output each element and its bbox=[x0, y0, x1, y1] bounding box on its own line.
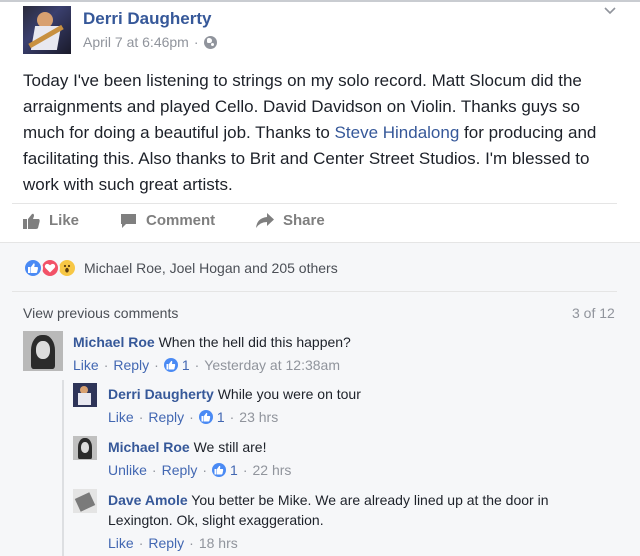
comment-actions: Like · Reply · 1 · 23 hrs bbox=[108, 409, 279, 425]
comment-time[interactable]: Yesterday at 12:38am bbox=[204, 357, 340, 373]
comment-like-link[interactable]: Like bbox=[73, 357, 99, 373]
comment-reply-link[interactable]: Reply bbox=[148, 535, 184, 551]
comment-line: Michael Roe We still are! bbox=[108, 437, 618, 457]
comment-time[interactable]: 18 hrs bbox=[199, 535, 238, 551]
comment-actions: Unlike · Reply · 1 · 22 hrs bbox=[108, 462, 292, 478]
comments-count: 3 of 12 bbox=[572, 305, 615, 321]
comment-unlike-link[interactable]: Unlike bbox=[108, 462, 147, 478]
comment-item: Michael Roe When the hell did this happe… bbox=[23, 331, 623, 379]
reactions-names[interactable]: Michael Roe, Joel Hogan and 205 others bbox=[84, 260, 338, 276]
comment-line: Dave Amole You better be Mike. We are al… bbox=[108, 490, 623, 530]
chevron-down-icon[interactable] bbox=[604, 5, 616, 17]
share-arrow-icon bbox=[256, 213, 274, 228]
comment-actions: Like · Reply · 1 · Yesterday at 12:38am bbox=[73, 357, 340, 373]
reply-item: Dave Amole You better be Mike. We are al… bbox=[73, 489, 623, 556]
love-reaction-icon bbox=[40, 258, 60, 278]
view-previous-comments-link[interactable]: View previous comments bbox=[23, 305, 178, 321]
globe-icon[interactable] bbox=[203, 35, 217, 49]
comment-reply-link[interactable]: Reply bbox=[162, 462, 198, 478]
commenter-name[interactable]: Michael Roe bbox=[108, 439, 190, 455]
commenter-avatar[interactable] bbox=[73, 436, 97, 460]
commenter-avatar[interactable] bbox=[73, 383, 97, 407]
comment-reply-link[interactable]: Reply bbox=[113, 357, 149, 373]
commenter-name[interactable]: Derri Daugherty bbox=[108, 386, 214, 402]
post-text: Today I've been listening to strings on … bbox=[23, 71, 597, 194]
like-button[interactable]: Like bbox=[23, 212, 79, 229]
comment-text-line-2: Lexington. Ok, slight exaggeration. bbox=[108, 512, 324, 528]
commenter-avatar[interactable] bbox=[23, 331, 63, 371]
comment-button[interactable]: Comment bbox=[120, 212, 215, 229]
post-meta: April 7 at 6:46pm · bbox=[83, 34, 217, 50]
facebook-post: Derri Daugherty April 7 at 6:46pm · Toda… bbox=[0, 2, 640, 556]
comment-like-count[interactable]: 1 bbox=[217, 409, 225, 425]
comment-actions: Like · Reply · 18 hrs bbox=[108, 535, 238, 551]
commenter-name[interactable]: Michael Roe bbox=[73, 334, 155, 350]
comment-like-link[interactable]: Like bbox=[108, 409, 134, 425]
share-button[interactable]: Share bbox=[256, 212, 325, 229]
post-timestamp[interactable]: April 7 at 6:46pm bbox=[83, 34, 189, 50]
reply-item: Michael Roe We still are! Unlike · Reply… bbox=[73, 436, 623, 484]
comment-text: While you were on tour bbox=[217, 386, 361, 402]
comment-like-count[interactable]: 1 bbox=[182, 357, 190, 373]
comment-text: When the hell did this happen? bbox=[158, 334, 351, 350]
like-count-icon[interactable] bbox=[163, 358, 178, 372]
comment-text-line-1: You better be Mike. We are already lined… bbox=[191, 492, 549, 508]
comment-line: Derri Daugherty While you were on tour bbox=[108, 384, 618, 404]
like-count-icon[interactable] bbox=[212, 463, 227, 477]
commenter-avatar[interactable] bbox=[73, 489, 97, 513]
comment-like-count[interactable]: 1 bbox=[230, 462, 238, 478]
post-author-name[interactable]: Derri Daugherty bbox=[83, 9, 211, 29]
comment-time[interactable]: 23 hrs bbox=[239, 409, 278, 425]
reactions-summary[interactable]: Michael Roe, Joel Hogan and 205 others bbox=[23, 258, 338, 278]
like-count-icon[interactable] bbox=[198, 410, 213, 424]
author-avatar[interactable] bbox=[23, 6, 71, 54]
divider bbox=[12, 203, 617, 204]
comment-time[interactable]: 22 hrs bbox=[253, 462, 292, 478]
steve-hindalong-link[interactable]: Steve Hindalong bbox=[335, 123, 460, 142]
comment-line: Michael Roe When the hell did this happe… bbox=[73, 332, 623, 352]
like-reaction-icon bbox=[23, 258, 43, 278]
comment-text: We still are! bbox=[193, 439, 267, 455]
commenter-name[interactable]: Dave Amole bbox=[108, 492, 188, 508]
comment-reply-link[interactable]: Reply bbox=[148, 409, 184, 425]
reply-item: Derri Daugherty While you were on tour L… bbox=[73, 383, 623, 431]
comment-like-link[interactable]: Like bbox=[108, 535, 134, 551]
comment-bubble-icon bbox=[121, 213, 136, 228]
thumbs-up-icon bbox=[23, 213, 40, 229]
wow-reaction-icon bbox=[57, 258, 77, 278]
comments-panel: Michael Roe, Joel Hogan and 205 others V… bbox=[0, 242, 640, 556]
divider bbox=[12, 291, 617, 292]
reply-thread-line bbox=[62, 380, 64, 556]
